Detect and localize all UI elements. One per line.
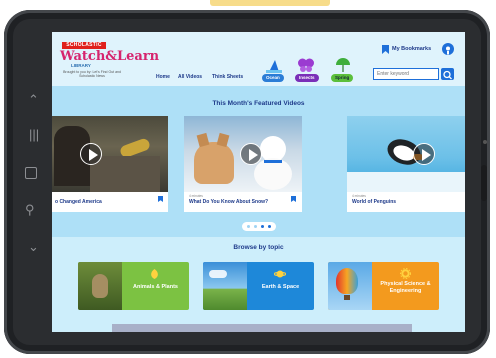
carousel-dot[interactable]: [247, 225, 250, 228]
app-screen: SCHOLASTIC Watch&Learn LIBRARY Brought t…: [52, 32, 465, 332]
leaf-icon: [151, 269, 158, 279]
brand-sub: LIBRARY: [71, 63, 91, 68]
planet-icon: [274, 270, 286, 278]
topic-label: Physical Science & Engineering: [380, 281, 431, 294]
side-button: [481, 165, 487, 201]
browse-title: Browse by topic: [233, 244, 284, 251]
topic-image: [203, 262, 247, 310]
play-button[interactable]: [413, 143, 435, 165]
butterfly-icon: [298, 58, 314, 72]
card-title: World of Penguins: [352, 199, 397, 205]
play-button[interactable]: [240, 143, 262, 165]
topic-image: [328, 262, 372, 310]
bookmark-icon: [382, 45, 389, 54]
featured-title: This Month's Featured Videos: [212, 100, 305, 107]
search-icon[interactable]: ⚲: [25, 203, 35, 216]
carousel-dot-active[interactable]: [261, 225, 264, 228]
card-title: o Changed America: [55, 199, 102, 205]
chip-spring[interactable]: Spring: [331, 74, 354, 82]
topic-earth-space[interactable]: Earth & Space: [203, 262, 314, 310]
carousel-dots: [242, 222, 276, 231]
bookmark-icon[interactable]: [291, 196, 296, 202]
brand-tag: SCHOLASTIC: [62, 42, 106, 49]
magnifier-icon: [443, 70, 452, 80]
brand-logo[interactable]: Watch&Learn: [60, 49, 159, 64]
card-duration: 4 minutes: [189, 194, 203, 198]
search-button[interactable]: [441, 68, 454, 80]
camera-dot: [483, 140, 487, 144]
recent-apps-icon[interactable]: |||: [29, 128, 39, 141]
my-bookmarks-link[interactable]: My Bookmarks: [392, 46, 431, 52]
bookmark-icon[interactable]: [158, 196, 163, 202]
chevron-up-icon[interactable]: ⌃: [28, 93, 39, 106]
brand-tagline: Brought to you by: Let's Find Out and Sc…: [63, 70, 121, 78]
carousel-dot[interactable]: [254, 225, 257, 228]
ocean-fin-icon: [266, 60, 282, 73]
topic-label: Animals & Plants: [133, 284, 178, 290]
nav-home[interactable]: Home: [156, 74, 170, 80]
home-square-icon[interactable]: [25, 167, 37, 181]
nav-all-videos[interactable]: All Videos: [178, 74, 202, 80]
chip-ocean[interactable]: Ocean: [262, 74, 284, 82]
topic-label: Earth & Space: [261, 284, 300, 290]
profile-icon[interactable]: [442, 43, 454, 55]
topic-image: [78, 262, 122, 310]
nav-think-sheets[interactable]: Think Sheets: [212, 74, 243, 80]
featured-card[interactable]: 4 minutes World of Penguins: [347, 116, 465, 212]
video-thumbnail: [347, 116, 465, 192]
search-input[interactable]: [373, 68, 439, 80]
featured-card[interactable]: o Changed America: [52, 116, 168, 212]
card-title: What Do You Know About Snow?: [189, 199, 269, 205]
chip-insects[interactable]: Insects: [295, 74, 319, 82]
gear-icon: [400, 268, 411, 279]
card-duration: 4 minutes: [352, 194, 366, 198]
topic-animals-plants[interactable]: Animals & Plants: [78, 262, 189, 310]
carousel-dot[interactable]: [268, 225, 271, 228]
topic-physical-science[interactable]: Physical Science & Engineering: [328, 262, 439, 310]
featured-card[interactable]: 4 minutes What Do You Know About Snow?: [184, 116, 302, 212]
play-button[interactable]: [80, 143, 102, 165]
video-thumbnail: [52, 116, 168, 192]
bottom-strip: [112, 324, 412, 332]
umbrella-icon: [336, 58, 350, 72]
chevron-down-icon[interactable]: ⌄: [28, 240, 39, 253]
top-yellow-strip: [210, 0, 330, 6]
